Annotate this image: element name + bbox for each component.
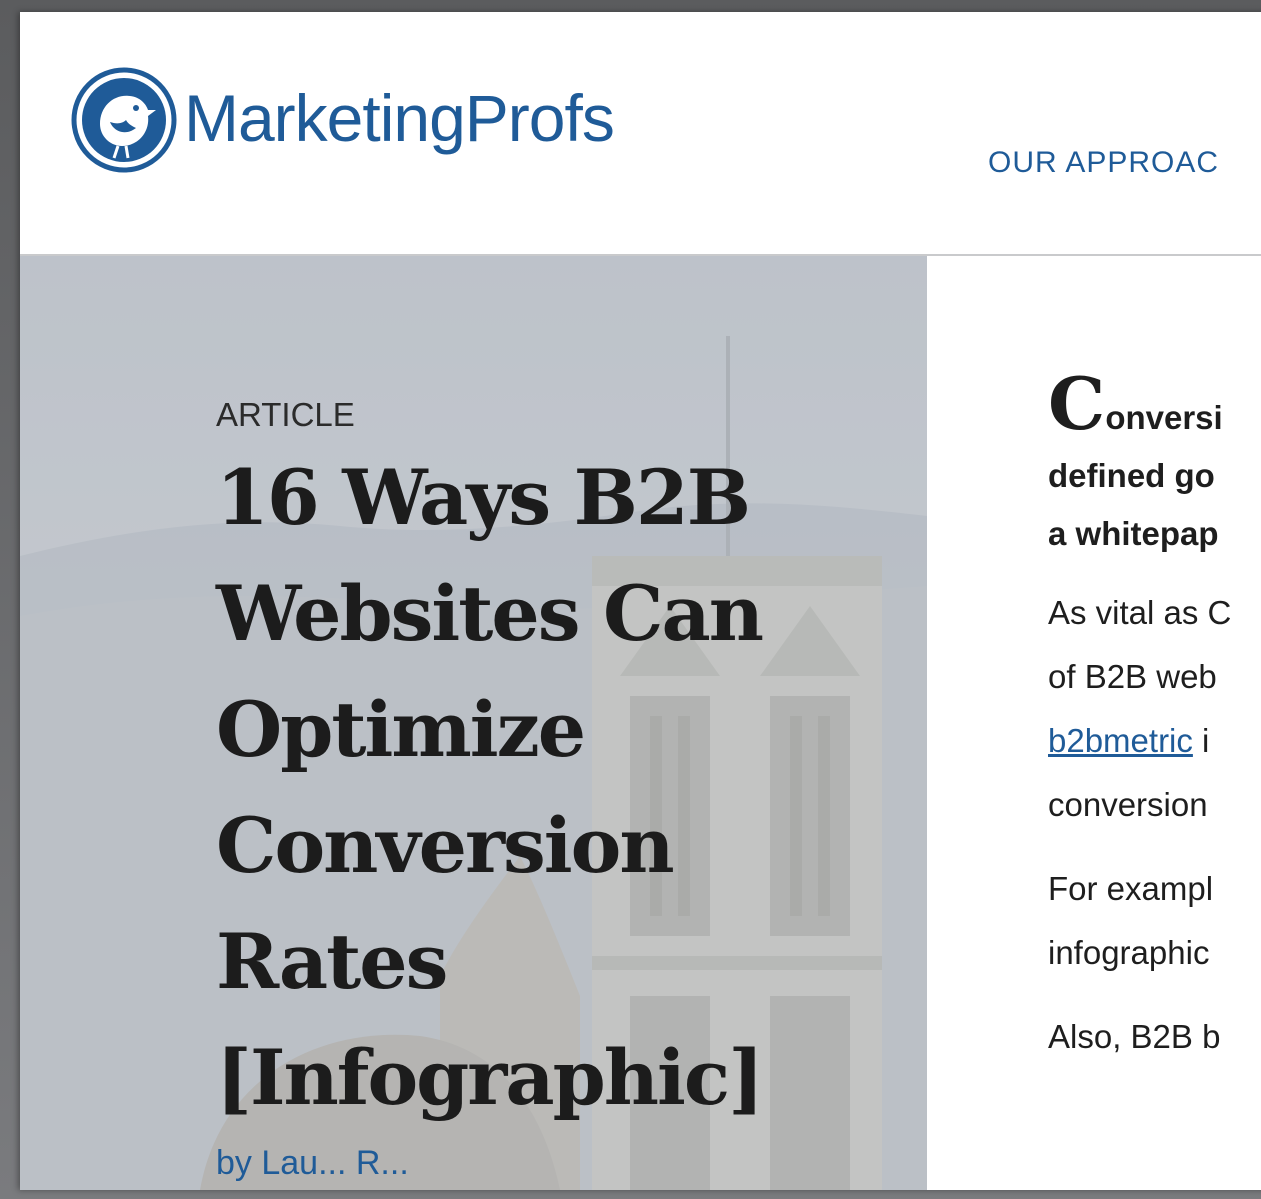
title-line: Optimize [216,685,586,774]
title-line: Rates [216,917,448,1006]
title-line: Websites Can [216,569,764,658]
bird-circle-logo-icon [71,67,177,173]
article-body: Conversi defined go a whitepap As vital … [1048,368,1261,1089]
hero-text-block: ARTICLE 16 Ways B2B Websites Can Optimiz… [216,396,876,1183]
title-line: 16 Ways B2B [216,453,751,542]
para-line: of B2B web [1048,658,1217,695]
article-type-label: ARTICLE [216,396,355,433]
article-paragraph: Also, B2B b [1048,1005,1261,1069]
para-line: i [1192,722,1210,759]
brand-name: MarketingProfs [184,81,615,155]
site-logo[interactable]: MarketingProfs [70,66,615,174]
lead-line: a whitepap [1048,515,1219,552]
article-paragraph: As vital as C of B2B web b2bmetric i con… [1048,581,1261,837]
para-line: As vital as C [1048,594,1232,631]
title-line: [Infographic] [216,1033,764,1122]
site-header: MarketingProfs OUR APPROAC [20,12,1261,256]
title-line: Conversion [216,801,675,890]
b2bmetric-link[interactable]: b2bmetric [1048,722,1193,759]
article-title: 16 Ways B2B Websites Can Optimize Conver… [216,440,876,1136]
para-line: For exampl [1048,870,1214,907]
para-line: Also, B2B b [1048,1018,1221,1055]
article-hero: ARTICLE 16 Ways B2B Websites Can Optimiz… [20,256,927,1190]
article-byline[interactable]: by Lau... R... [216,1144,876,1183]
nav-item-our-approach[interactable]: OUR APPROAC [988,146,1219,179]
para-line: infographic [1048,934,1210,971]
para-line: conversion [1048,786,1208,823]
browser-page: MarketingProfs OUR APPROAC ARTICLE 16 Wa… [20,12,1261,1190]
main-nav: OUR APPROAC [988,146,1219,180]
drop-cap: C [1048,361,1106,446]
lead-line: onversi [1105,399,1223,436]
screenshot-frame: MarketingProfs OUR APPROAC ARTICLE 16 Wa… [0,0,1261,1199]
lead-line: defined go [1048,457,1215,494]
article-paragraph: For exampl infographic [1048,857,1261,985]
article-lead: Conversi defined go a whitepap [1048,368,1261,563]
